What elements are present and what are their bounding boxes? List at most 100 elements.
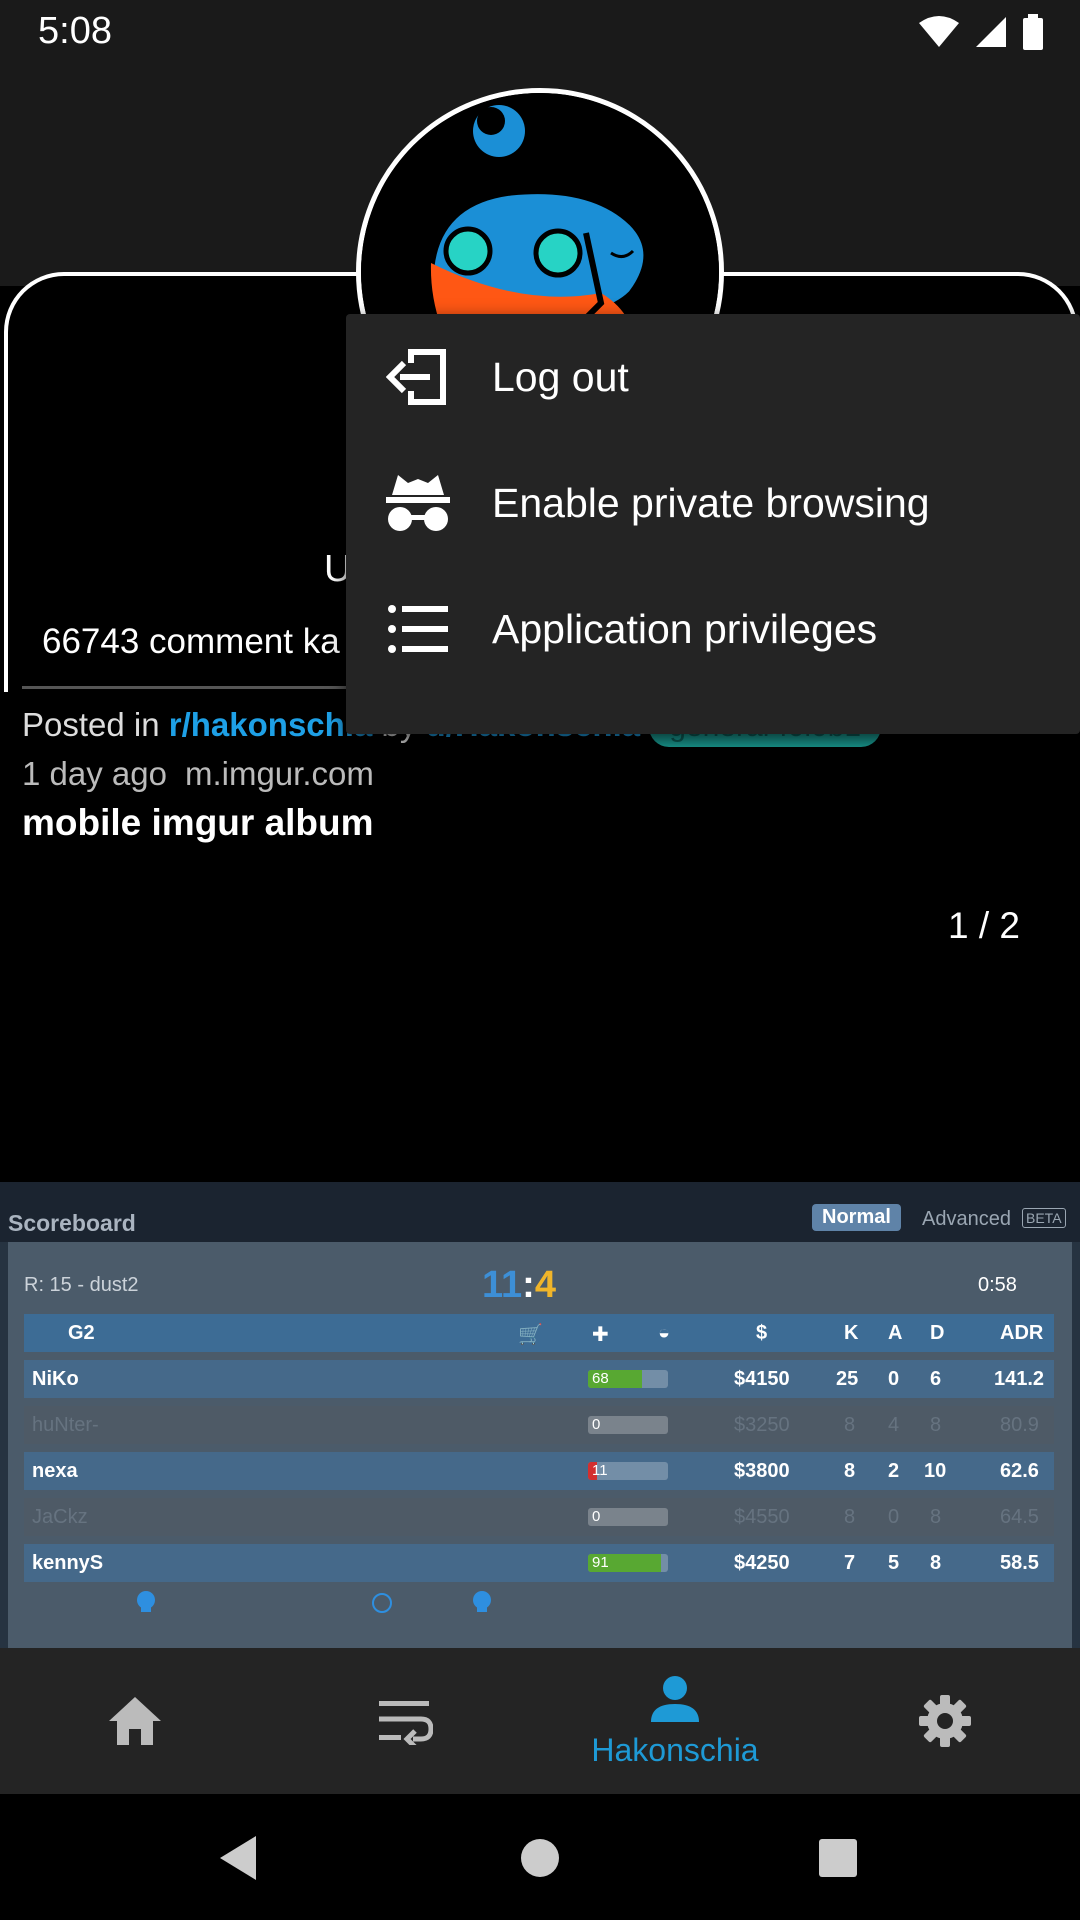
player-adr: 62.6 xyxy=(1000,1460,1039,1482)
player-health-bar: 0 xyxy=(588,1416,668,1434)
menu-label: Enable private browsing xyxy=(492,479,930,526)
post-time-row: 1 day ago m.imgur.com xyxy=(22,755,374,793)
player-name: huNter- xyxy=(32,1414,99,1436)
scoreboard-header xyxy=(0,1182,1080,1242)
player-money: $4550 xyxy=(734,1506,790,1528)
player-health-bar: 68 xyxy=(588,1370,668,1388)
player-health: 0 xyxy=(592,1508,601,1525)
player-assists: 2 xyxy=(888,1460,900,1482)
player-health-bar: 0 xyxy=(588,1508,668,1526)
player-name: kennyS xyxy=(32,1552,104,1574)
kills-header: K xyxy=(844,1322,859,1344)
system-navigation-bar xyxy=(0,1794,1080,1920)
player-kills: 7 xyxy=(844,1552,856,1574)
beta-badge: BETA xyxy=(1022,1208,1066,1228)
scoreboard-tab-advanced: Advanced xyxy=(922,1208,1011,1230)
settings-icon xyxy=(919,1695,971,1747)
score-ct: 11 xyxy=(482,1264,523,1306)
post-title[interactable]: mobile imgur album xyxy=(22,802,374,844)
player-money: $3250 xyxy=(734,1414,790,1436)
nav-settings[interactable] xyxy=(810,1648,1080,1794)
player-row: kennyS 91 $4250 7 5 8 58.5 xyxy=(24,1544,1054,1582)
status-bar: 5:08 xyxy=(0,0,1080,66)
round-info: R: 15 - dust2 xyxy=(24,1274,139,1296)
nav-profile[interactable]: Hakonschia xyxy=(540,1648,810,1794)
team-name: G2 xyxy=(68,1322,95,1344)
player-deaths: 8 xyxy=(930,1506,942,1528)
overflow-menu: Log out Enable private browsing Applicat… xyxy=(346,314,1080,734)
deaths-header: D xyxy=(930,1322,945,1344)
player-money: $4250 xyxy=(734,1552,790,1574)
health-icon: ✚ xyxy=(592,1324,609,1346)
score-separator: : xyxy=(522,1264,535,1306)
player-assists: 0 xyxy=(888,1368,900,1390)
player-row: JaCkz 0 $4550 8 0 8 64.5 xyxy=(24,1498,1054,1536)
player-deaths: 10 xyxy=(924,1460,947,1482)
nav-home[interactable] xyxy=(0,1648,270,1794)
skull-icon xyxy=(473,1591,491,1612)
subreddit-link[interactable]: r/hakonschia xyxy=(169,706,373,743)
player-assists: 4 xyxy=(888,1414,900,1436)
player-row: huNter- 0 $3250 8 4 8 80.9 xyxy=(24,1406,1054,1444)
player-kills: 8 xyxy=(844,1414,856,1436)
player-health-bar: 91 xyxy=(588,1554,668,1572)
timer-icon xyxy=(372,1593,392,1613)
post-domain[interactable]: m.imgur.com xyxy=(185,755,374,792)
player-health: 11 xyxy=(592,1462,608,1479)
player-health: 68 xyxy=(592,1370,609,1387)
player-adr: 80.9 xyxy=(1000,1414,1039,1436)
player-health: 91 xyxy=(592,1554,609,1571)
player-row: nexa 11 $3800 8 2 10 62.6 xyxy=(24,1452,1054,1490)
player-name: NiKo xyxy=(32,1368,79,1390)
list-icon xyxy=(388,605,448,653)
player-deaths: 8 xyxy=(930,1552,942,1574)
armor-icon: ◒ xyxy=(658,1322,671,1344)
player-kills: 8 xyxy=(844,1460,856,1482)
nav-profile-label: Hakonschia xyxy=(591,1731,759,1768)
menu-label: Log out xyxy=(492,353,629,400)
profile-icon xyxy=(651,1675,699,1722)
player-row: NiKo 68 $4150 25 0 6 141.2 xyxy=(24,1360,1054,1398)
player-deaths: 8 xyxy=(930,1414,942,1436)
player-adr: 58.5 xyxy=(1000,1552,1039,1574)
signal-icon xyxy=(976,17,1006,47)
post-time: 1 day ago xyxy=(22,755,167,792)
skull-icon xyxy=(137,1591,155,1612)
menu-item-app-privileges[interactable]: Application privileges xyxy=(346,566,1080,692)
player-name: JaCkz xyxy=(32,1506,88,1528)
score-t: 4 xyxy=(534,1264,556,1306)
logout-icon xyxy=(386,349,446,405)
player-assists: 0 xyxy=(888,1506,900,1528)
menu-item-private-browsing[interactable]: Enable private browsing xyxy=(346,440,1080,566)
comment-karma: 66743 comment ka xyxy=(42,622,340,661)
scoreboard-tab-normal: Normal xyxy=(812,1204,901,1231)
nav-subreddits[interactable] xyxy=(270,1648,540,1794)
adr-header: ADR xyxy=(1000,1322,1044,1344)
menu-item-logout[interactable]: Log out xyxy=(346,314,1080,440)
player-deaths: 6 xyxy=(930,1368,942,1390)
player-kills: 25 xyxy=(836,1368,859,1390)
player-adr: 64.5 xyxy=(1000,1506,1039,1528)
home-circle-icon[interactable] xyxy=(520,1838,560,1878)
home-icon xyxy=(109,1697,161,1745)
status-time: 5:08 xyxy=(38,10,112,52)
cart-icon: 🛒 xyxy=(518,1324,543,1346)
scoreboard-title: Scoreboard xyxy=(8,1210,136,1236)
battery-icon xyxy=(1023,14,1043,50)
money-header: $ xyxy=(756,1322,768,1344)
player-health: 0 xyxy=(592,1416,601,1433)
back-icon[interactable] xyxy=(216,1834,260,1882)
post-image[interactable]: Scoreboard Normal Advanced BETA R: 15 - … xyxy=(0,1182,1080,1648)
wifi-icon xyxy=(919,16,959,47)
kill-feed-strip xyxy=(0,1591,1080,1648)
player-health-bar: 11 xyxy=(588,1462,668,1480)
player-money: $3800 xyxy=(734,1460,790,1482)
player-name: nexa xyxy=(32,1460,78,1482)
status-icons xyxy=(918,12,1044,52)
posted-in-label: Posted in xyxy=(22,706,160,743)
match-score: 11:4 xyxy=(482,1264,556,1307)
player-kills: 8 xyxy=(844,1506,856,1528)
team-header-row: G2 🛒 ✚ ◒ $ K A D ADR xyxy=(24,1314,1054,1352)
assists-header: A xyxy=(888,1322,903,1344)
recents-icon[interactable] xyxy=(818,1838,858,1878)
